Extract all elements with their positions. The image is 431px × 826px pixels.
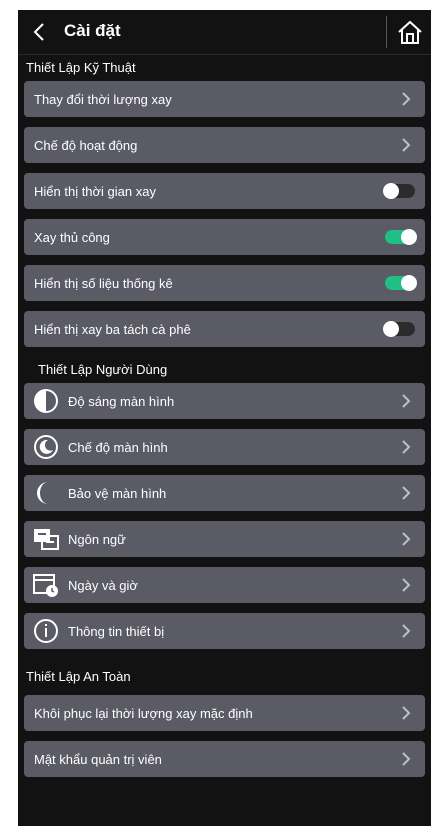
language-icon xyxy=(34,529,59,550)
brightness-icon xyxy=(34,389,58,413)
row-label: Hiển thị thời gian xay xyxy=(34,183,156,199)
row-label: Hiển thị xay ba tách cà phê xyxy=(34,321,191,337)
calendar-clock-icon xyxy=(33,574,58,597)
row-screen-mode[interactable]: Chế độ màn hình xyxy=(24,429,425,465)
chevron-right-icon xyxy=(402,138,411,152)
toggle-knob xyxy=(401,229,417,245)
row-label: Ngôn ngữ xyxy=(68,531,126,547)
display-mode-icon xyxy=(34,435,58,459)
chevron-right-icon xyxy=(402,394,411,408)
toggle-knob xyxy=(383,183,399,199)
row-show-statistics: Hiển thị số liệu thống kê xyxy=(24,265,425,301)
row-change-grind-duration[interactable]: Thay đổi thời lượng xay xyxy=(24,81,425,117)
row-show-triple-shot: Hiển thị xay ba tách cà phê xyxy=(24,311,425,347)
section-technical-title: Thiết Lập Kỹ Thuật xyxy=(26,60,136,75)
section-safety-title: Thiết Lập An Toàn xyxy=(26,669,131,684)
chevron-right-icon xyxy=(402,532,411,546)
row-label: Chế độ hoạt động xyxy=(34,137,138,153)
row-label: Mật khẩu quản trị viên xyxy=(34,751,162,767)
row-screen-saver[interactable]: Bảo vệ màn hình xyxy=(24,475,425,511)
row-operating-mode[interactable]: Chế độ hoạt động xyxy=(24,127,425,163)
header-divider xyxy=(386,16,387,48)
row-device-info[interactable]: Thông tin thiết bị xyxy=(24,613,425,649)
row-label: Thông tin thiết bị xyxy=(68,623,165,639)
row-label: Thay đổi thời lượng xay xyxy=(34,91,172,107)
toggle-knob xyxy=(383,321,399,337)
row-show-grind-time: Hiển thị thời gian xay xyxy=(24,173,425,209)
toggle-switch-off[interactable] xyxy=(383,321,415,337)
home-icon[interactable] xyxy=(395,17,425,47)
row-label: Hiển thị số liệu thống kê xyxy=(34,275,173,291)
chevron-right-icon xyxy=(402,752,411,766)
row-label: Xay thủ công xyxy=(34,229,110,245)
row-label: Độ sáng màn hình xyxy=(68,393,175,409)
row-label: Bảo vệ màn hình xyxy=(68,485,167,501)
row-admin-password[interactable]: Mật khẩu quản trị viên xyxy=(24,741,425,777)
page-title: Cài đặt xyxy=(64,21,121,40)
toggle-switch-on[interactable] xyxy=(385,229,417,245)
chevron-right-icon xyxy=(402,706,411,720)
chevron-right-icon xyxy=(402,578,411,592)
row-manual-grind: Xay thủ công xyxy=(24,219,425,255)
screensaver-icon xyxy=(37,482,48,504)
header-bar: Cài đặt xyxy=(18,10,431,55)
row-language[interactable]: Ngôn ngữ xyxy=(24,521,425,557)
section-user-title: Thiết Lập Người Dùng xyxy=(38,362,168,377)
row-label: Khôi phục lại thời lượng xay mặc định xyxy=(34,705,253,721)
chevron-right-icon xyxy=(402,92,411,106)
chevron-right-icon xyxy=(402,440,411,454)
chevron-right-icon xyxy=(402,486,411,500)
row-label: Ngày và giờ xyxy=(68,577,138,593)
toggle-switch-on[interactable] xyxy=(385,275,417,291)
toggle-switch-off[interactable] xyxy=(383,183,415,199)
info-icon xyxy=(34,619,58,643)
row-label: Chế độ màn hình xyxy=(68,439,168,455)
row-reset-grind-duration[interactable]: Khôi phục lại thời lượng xay mặc định xyxy=(24,695,425,731)
row-date-time[interactable]: Ngày và giờ xyxy=(24,567,425,603)
chevron-right-icon xyxy=(402,624,411,638)
row-screen-brightness[interactable]: Độ sáng màn hình xyxy=(24,383,425,419)
toggle-knob xyxy=(401,275,417,291)
back-arrow-icon[interactable] xyxy=(28,20,50,44)
settings-panel: Cài đặt Thiết Lập Kỹ Thuật Thay đổi thời… xyxy=(18,10,431,826)
